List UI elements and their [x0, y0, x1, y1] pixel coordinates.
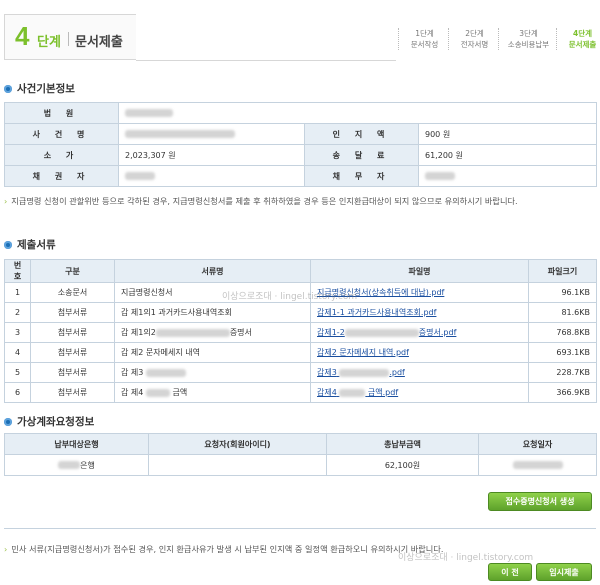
col-date: 요청일자 [478, 433, 597, 455]
debtor-label: 채 무 자 [304, 165, 419, 187]
section-bullet-icon [4, 240, 12, 249]
step-2: 2단계 전자서명 [448, 28, 498, 50]
arrow-icon: › [4, 544, 8, 554]
documents-title: 제출서류 [4, 237, 56, 252]
case-info-title: 사건기본정보 [4, 81, 75, 96]
stamp-fee-label: 인 지 액 [304, 123, 419, 145]
file-link[interactable]: 갑제1-2 증명서.pdf [317, 328, 456, 337]
virtual-account-table: 납부대상은행 요청자(회원아이디) 총납부금액 요청일자 은행 62,100원 [4, 433, 597, 476]
col-requester: 요청자(회원아이디) [148, 433, 327, 455]
court-label: 법 원 [4, 102, 119, 124]
table-row: 은행 62,100원 [4, 454, 597, 476]
claim-value-label: 소 가 [4, 144, 119, 166]
case-name-label: 사 건 명 [4, 123, 119, 145]
table-row: 6 첨부서류 갑 제4 금액 갑제4 금액.pdf 366.9KB [4, 382, 597, 403]
col-name: 서류명 [114, 259, 311, 283]
table-row: 2 첨부서류 갑 제1의1 과거카드사용내역조회 갑제1-1 과거카드사용내역조… [4, 302, 597, 323]
table-row: 5 첨부서류 갑 제3 갑제3 .pdf 228.7KB [4, 362, 597, 383]
claim-value: 2,023,307 원 [118, 144, 305, 166]
case-name-value [118, 123, 305, 145]
step-separator [68, 32, 69, 46]
page-header: 4 단계 문서제출 1단계 문서작성 2단계 전자서명 3단계 소송비용납부 4… [0, 0, 600, 70]
creditor-label: 채 권 자 [4, 165, 119, 187]
col-size: 파일크기 [528, 259, 597, 283]
col-bank: 납부대상은행 [4, 433, 149, 455]
court-value [117, 102, 598, 124]
case-info-note: › 지급명령 신청이 관할위반 등으로 각하된 경우, 지급명령신청서를 제출 후… [4, 196, 518, 206]
prev-button[interactable]: 이 전 [488, 563, 532, 581]
step-indicator: 1단계 문서작성 2단계 전자서명 3단계 소송비용납부 4단계 문서제출 [398, 28, 600, 50]
step-badge: 4 단계 문서제출 [4, 14, 136, 60]
file-link[interactable]: 갑제4 금액.pdf [317, 388, 398, 397]
file-link[interactable]: 갑제3 .pdf [317, 368, 405, 377]
header-underline [136, 60, 396, 61]
step-3: 3단계 소송비용납부 [498, 28, 556, 50]
temp-submit-button[interactable]: 임시제출 [536, 563, 592, 581]
file-link[interactable]: 갑제2 문자메세지 내역.pdf [317, 348, 409, 357]
step-4-current: 4단계 문서제출 [556, 28, 600, 50]
section-bullet-icon [4, 417, 12, 426]
stamp-fee-value: 900 원 [417, 123, 598, 145]
col-amount: 총납부금액 [326, 433, 479, 455]
step-number: 4 [15, 21, 30, 51]
col-file: 파일명 [310, 259, 529, 283]
page-title: 문서제출 [75, 35, 123, 50]
divider [4, 528, 596, 529]
arrow-icon: › [4, 196, 8, 206]
delivery-fee-label: 송 달 료 [304, 144, 419, 166]
case-info-table: 법 원 사 건 명 인 지 액 900 원 소 가 2,023,307 원 송 … [4, 102, 598, 187]
creditor-value [118, 165, 305, 187]
watermark-mid: 이상으로조대 · lingel.tistory.com [222, 292, 358, 302]
file-link[interactable]: 갑제1-1 과거카드사용내역조회.pdf [317, 308, 436, 317]
watermark-bottom: 이상으로조대 · lingel.tistory.com [398, 553, 534, 563]
debtor-value [417, 165, 598, 187]
receipt-certificate-button[interactable]: 접수증명신청서 생성 [488, 492, 592, 511]
col-no: 번호 [4, 259, 31, 283]
section-bullet-icon [4, 84, 12, 93]
table-row: 4 첨부서류 갑 제2 문자메세지 내역 갑제2 문자메세지 내역.pdf 69… [4, 342, 597, 363]
delivery-fee-value: 61,200 원 [417, 144, 598, 166]
table-row: 3 첨부서류 갑 제1의2 증명서 갑제1-2 증명서.pdf 768.8KB [4, 322, 597, 343]
virtual-account-title: 가상계좌요청정보 [4, 414, 94, 429]
documents-table: 번호 구분 서류명 파일명 파일크기 1 소송문서 지급명령신청서 지급명령신청… [4, 259, 597, 403]
step-1: 1단계 문서작성 [398, 28, 448, 50]
step-word: 단계 [37, 35, 61, 50]
col-type: 구분 [30, 259, 115, 283]
